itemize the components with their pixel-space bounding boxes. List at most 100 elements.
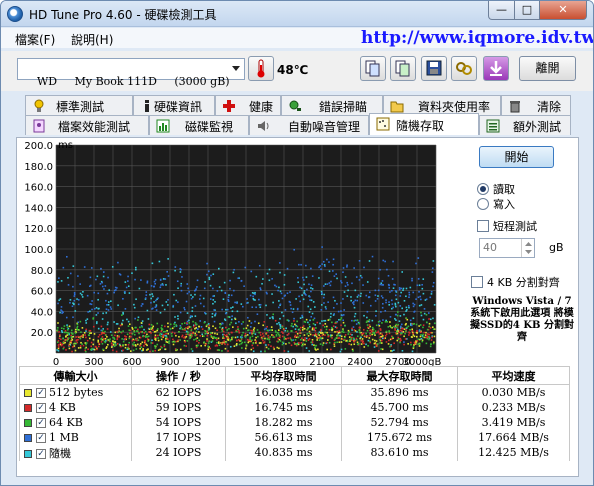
data-point bbox=[395, 290, 397, 292]
data-point bbox=[281, 335, 284, 338]
drive-select[interactable]: WD My Book 111D (3000 gB) bbox=[17, 58, 245, 88]
data-point bbox=[265, 304, 267, 307]
data-point bbox=[151, 342, 154, 344]
series-checkbox[interactable]: ✓ bbox=[36, 448, 46, 459]
data-point bbox=[398, 287, 401, 289]
data-point bbox=[303, 327, 306, 330]
tab-info[interactable]: 硬碟資訊 bbox=[133, 95, 215, 115]
size-spinner[interactable] bbox=[521, 239, 534, 257]
data-point bbox=[242, 321, 244, 323]
data-point bbox=[298, 328, 301, 331]
data-point bbox=[186, 322, 188, 324]
data-point bbox=[85, 336, 87, 339]
write-radio[interactable] bbox=[477, 198, 489, 210]
data-point bbox=[332, 263, 334, 266]
data-point bbox=[411, 279, 413, 282]
data-point bbox=[401, 307, 403, 310]
data-point bbox=[65, 335, 67, 337]
data-point bbox=[262, 342, 265, 344]
data-point bbox=[346, 340, 349, 343]
data-point bbox=[315, 344, 318, 347]
avg-speed-value: 3.419 MB/s bbox=[457, 414, 570, 430]
data-point bbox=[284, 294, 286, 297]
download-icon[interactable] bbox=[483, 56, 509, 81]
tab-extra-tests[interactable]: 額外測試 bbox=[479, 115, 571, 135]
data-point bbox=[111, 344, 113, 347]
data-point bbox=[109, 338, 111, 340]
read-radio[interactable] bbox=[477, 183, 489, 195]
data-point bbox=[279, 262, 281, 264]
data-point bbox=[378, 324, 381, 327]
data-point bbox=[262, 339, 264, 342]
data-point bbox=[166, 329, 168, 332]
data-point bbox=[178, 331, 180, 333]
data-point bbox=[134, 266, 137, 269]
data-point bbox=[342, 319, 344, 322]
tab-random-access[interactable]: 隨機存取 bbox=[369, 113, 479, 135]
data-point bbox=[372, 331, 374, 334]
data-point bbox=[416, 340, 419, 342]
data-point bbox=[332, 270, 334, 272]
copy-info-button[interactable] bbox=[360, 56, 386, 81]
tab-erase[interactable]: 清除 bbox=[501, 95, 571, 115]
data-point bbox=[246, 302, 248, 304]
data-point bbox=[148, 331, 150, 333]
data-point bbox=[85, 328, 88, 331]
tab-health[interactable]: 健康 bbox=[215, 95, 281, 115]
data-point bbox=[425, 298, 428, 301]
data-point bbox=[155, 299, 157, 302]
data-point bbox=[190, 333, 193, 336]
tab-aam[interactable]: 自動噪音管理 bbox=[249, 115, 369, 135]
data-point bbox=[353, 343, 356, 346]
data-point bbox=[231, 318, 233, 321]
align-4kb-checkbox[interactable] bbox=[471, 276, 483, 288]
data-point bbox=[382, 284, 385, 286]
data-point bbox=[381, 333, 384, 336]
close-button[interactable]: ✕ bbox=[539, 1, 587, 20]
data-point bbox=[358, 329, 361, 332]
data-point bbox=[304, 337, 306, 339]
data-point bbox=[289, 304, 292, 306]
data-point bbox=[317, 348, 319, 351]
data-point bbox=[410, 324, 413, 327]
exit-button[interactable]: 離開 bbox=[519, 56, 576, 81]
tab-file-benchmark[interactable]: 檔案效能測試 bbox=[25, 115, 149, 135]
options-button[interactable] bbox=[451, 56, 477, 81]
data-point bbox=[367, 339, 370, 342]
data-point bbox=[327, 335, 330, 338]
data-point bbox=[296, 332, 299, 335]
series-checkbox[interactable]: ✓ bbox=[36, 387, 46, 398]
series-checkbox[interactable]: ✓ bbox=[36, 432, 46, 443]
data-point bbox=[203, 321, 206, 324]
data-point bbox=[278, 335, 281, 337]
tab-disk-monitor[interactable]: 磁碟監視 bbox=[149, 115, 249, 135]
start-button[interactable]: 開始 bbox=[479, 146, 554, 168]
series-checkbox[interactable]: ✓ bbox=[36, 417, 46, 428]
data-point bbox=[379, 338, 381, 341]
data-point bbox=[172, 338, 174, 341]
data-point bbox=[403, 313, 405, 316]
menu-help[interactable]: 說明(H) bbox=[71, 31, 113, 48]
data-point bbox=[217, 267, 220, 270]
tab-benchmark[interactable]: 標準測試 bbox=[25, 95, 133, 115]
data-point bbox=[214, 327, 217, 330]
series-checkbox[interactable]: ✓ bbox=[36, 402, 46, 413]
copy-screenshot-button[interactable] bbox=[390, 56, 416, 81]
data-point bbox=[210, 335, 213, 337]
save-button[interactable] bbox=[421, 56, 447, 81]
data-point bbox=[407, 325, 410, 328]
data-point bbox=[190, 297, 193, 300]
short-test-checkbox[interactable] bbox=[477, 220, 489, 232]
data-point bbox=[419, 335, 422, 338]
tab-error-scan[interactable]: 錯誤掃瞄 bbox=[281, 95, 383, 115]
data-point bbox=[209, 332, 212, 334]
data-point bbox=[333, 313, 335, 315]
data-point bbox=[272, 317, 274, 320]
tab-folder-usage[interactable]: 資料夾使用率 bbox=[383, 95, 501, 115]
maximize-button[interactable]: □ bbox=[514, 1, 540, 20]
data-point bbox=[161, 304, 164, 307]
data-point bbox=[158, 334, 161, 336]
data-point bbox=[251, 292, 254, 294]
minimize-button[interactable]: — bbox=[488, 1, 515, 20]
menu-file[interactable]: 檔案(F) bbox=[15, 31, 55, 48]
